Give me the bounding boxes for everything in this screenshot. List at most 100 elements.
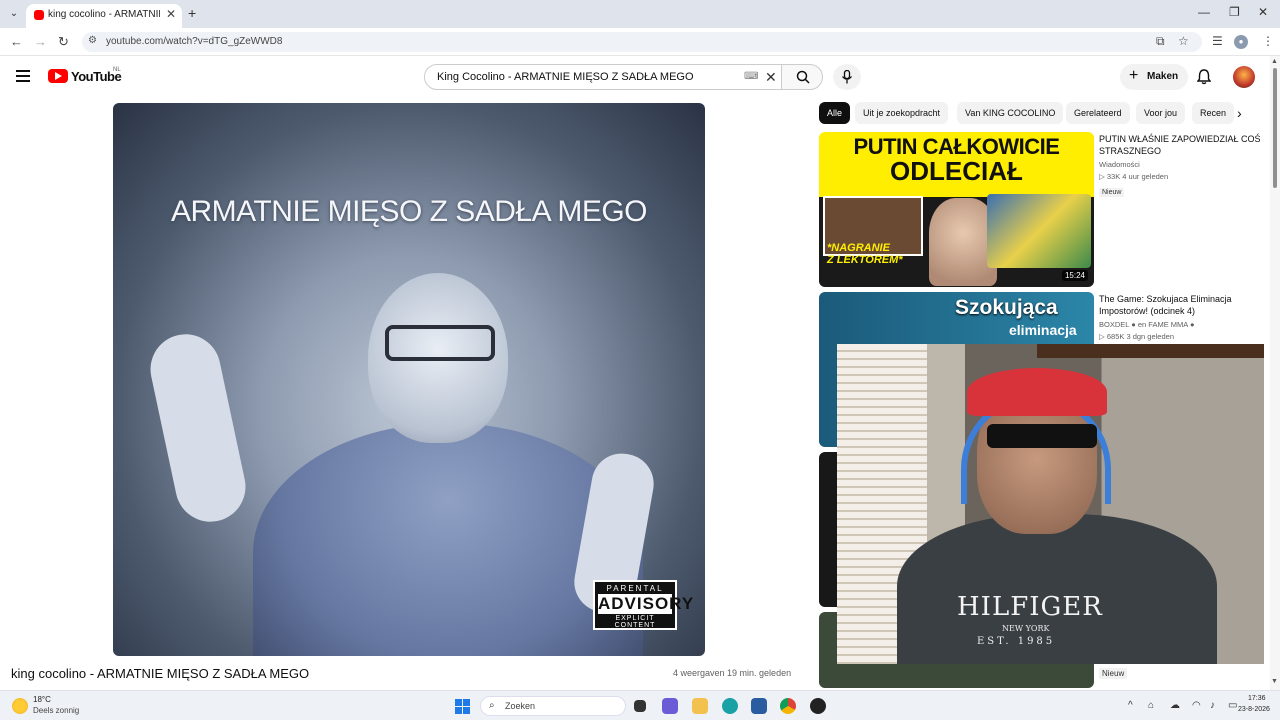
youtube-header: YouTube NL King Cocolino - ARMATNIE MIĘS… bbox=[0, 56, 1270, 98]
youtube-favicon-icon bbox=[34, 10, 44, 20]
scrollbar-thumb[interactable] bbox=[1273, 68, 1277, 188]
youtube-logo-icon[interactable] bbox=[48, 69, 68, 83]
video-overlay-title: ARMATNIE MIĘSO Z SADŁA MEGO bbox=[170, 195, 648, 228]
recommendation-info[interactable]: PUTIN WŁAŚNIE ZAPOWIEDZIAŁ COŚ STRASZNEG… bbox=[1099, 133, 1269, 199]
browser-profile-icon[interactable]: ● bbox=[1234, 35, 1248, 49]
shirt-brand-text: HILFIGER bbox=[957, 592, 1103, 622]
clear-search-icon[interactable]: ✕ bbox=[765, 69, 777, 86]
webcam-person-cap bbox=[967, 368, 1107, 416]
chevron-right-icon[interactable]: › bbox=[1237, 105, 1242, 121]
recommendation-thumbnail[interactable]: PUTIN CAŁKOWICIE ODLECIAŁ *NAGRANIE Z LE… bbox=[819, 132, 1094, 287]
video-player[interactable]: ARMATNIE MIĘSO Z SADŁA MEGO PARENTAL ADV… bbox=[113, 103, 705, 656]
taskbar-search-label: Zoeken bbox=[505, 701, 536, 711]
clock-time[interactable]: 17:36 bbox=[1248, 695, 1266, 702]
site-info-icon[interactable]: ⚙ bbox=[88, 35, 97, 46]
wifi-icon[interactable]: ◠ bbox=[1192, 700, 1201, 711]
back-icon[interactable]: ← bbox=[10, 34, 23, 49]
advisory-line3: EXPLICIT CONTENT bbox=[614, 615, 656, 629]
teams-icon[interactable] bbox=[662, 698, 678, 714]
parental-advisory-badge: PARENTAL ADVISORY EXPLICIT CONTENT bbox=[593, 580, 695, 630]
shirt-sub-text: NEW YORK bbox=[1002, 624, 1050, 633]
new-badge: Nieuw bbox=[1099, 668, 1128, 679]
scroll-up-icon[interactable]: ▲ bbox=[1271, 58, 1278, 65]
network-icon[interactable]: ⌂ bbox=[1148, 700, 1154, 711]
weather-sun-icon[interactable] bbox=[12, 698, 28, 714]
advisory-line2: ADVISORY bbox=[598, 594, 695, 614]
chip-for-you[interactable]: Voor jou bbox=[1136, 102, 1186, 124]
chrome-icon[interactable] bbox=[780, 698, 796, 714]
reading-list-icon[interactable]: ☰ bbox=[1212, 34, 1223, 48]
reload-icon[interactable]: ↻ bbox=[58, 34, 69, 50]
clock-date[interactable]: 23-8-2026 bbox=[1238, 706, 1270, 713]
tab-close-icon[interactable]: ✕ bbox=[166, 7, 176, 21]
tab-search-icon[interactable]: ⌄ bbox=[6, 6, 22, 22]
store-icon[interactable] bbox=[751, 698, 767, 714]
recommendation-title[interactable]: The Game: Szokujaca Eliminacja Impostoró… bbox=[1099, 293, 1269, 317]
chip-from-search[interactable]: Uit je zoekopdracht bbox=[855, 102, 949, 124]
recommendation-title[interactable]: PUTIN WŁAŚNIE ZAPOWIEDZIAŁ COŚ STRASZNEG… bbox=[1099, 133, 1269, 157]
create-button[interactable]: + Maken bbox=[1120, 64, 1188, 90]
browser-menu-icon[interactable]: ⋮ bbox=[1262, 34, 1274, 48]
voice-search-button[interactable] bbox=[833, 64, 861, 90]
chip-from-channel[interactable]: Van KING COCOLINO bbox=[957, 102, 1064, 124]
weather-description[interactable]: Deels zonnig bbox=[33, 706, 79, 715]
install-app-icon[interactable]: ⧉ bbox=[1156, 34, 1165, 49]
minimize-icon[interactable]: — bbox=[1198, 5, 1210, 19]
windows-start-icon[interactable] bbox=[455, 699, 470, 714]
restore-icon[interactable]: ❐ bbox=[1229, 5, 1240, 19]
chip-related[interactable]: Gerelateerd bbox=[1066, 102, 1130, 124]
video-figure-glasses bbox=[385, 325, 495, 361]
thumb-headline-2: ODLECIAŁ bbox=[890, 156, 1023, 186]
weather-temperature[interactable]: 18°C bbox=[33, 695, 51, 704]
obs-icon[interactable] bbox=[810, 698, 826, 714]
thumb-headline-2: eliminacja bbox=[1009, 322, 1077, 338]
filter-chips: Alle Uit je zoekopdracht Van KING COCOLI… bbox=[819, 102, 1255, 124]
chip-all[interactable]: Alle bbox=[819, 102, 851, 124]
volume-icon[interactable]: ♪ bbox=[1210, 700, 1215, 711]
browser-tab-active[interactable]: king cocolino - ARMATNIE MIĘ ✕ bbox=[26, 4, 182, 28]
tab-title: king cocolino - ARMATNIE MIĘ bbox=[48, 9, 160, 20]
file-explorer-icon[interactable] bbox=[692, 698, 708, 714]
search-icon: ⌕ bbox=[489, 700, 495, 711]
shirt-est-text: EST. 1985 bbox=[977, 636, 1056, 647]
bell-icon[interactable] bbox=[1197, 69, 1211, 85]
region-code: NL bbox=[113, 67, 121, 73]
webcam-person-shirt bbox=[897, 514, 1217, 664]
browser-toolbar: ← → ↻ ⚙ youtube.com/watch?v=dTG_gZeWWD8 … bbox=[0, 28, 1280, 56]
scroll-down-icon[interactable]: ▼ bbox=[1271, 678, 1278, 685]
browser-tabstrip: ⌄ king cocolino - ARMATNIE MIĘ ✕ + — ❐ ✕ bbox=[0, 0, 1280, 28]
plus-icon: + bbox=[1129, 67, 1139, 84]
search-query[interactable]: King Cocolino - ARMATNIE MIĘSO Z SADŁA M… bbox=[437, 71, 694, 83]
recommendation-channel[interactable]: Wiadomości bbox=[1099, 160, 1269, 169]
thumb-caption: *NAGRANIE Z LEKTOREM* bbox=[827, 242, 903, 266]
thumb-map bbox=[987, 194, 1091, 268]
bookmark-star-icon[interactable]: ☆ bbox=[1178, 34, 1189, 48]
recommendation-channel[interactable]: BOXDEL ● en FAME MMA ● bbox=[1099, 320, 1269, 329]
address-bar[interactable]: ⚙ youtube.com/watch?v=dTG_gZeWWD8 bbox=[82, 32, 1202, 52]
task-view-icon[interactable] bbox=[634, 700, 646, 712]
taskbar-search-input[interactable]: ⌕ Zoeken bbox=[480, 696, 626, 716]
new-badge: Nieuw bbox=[1099, 188, 1125, 197]
keyboard-icon[interactable]: ⌨ bbox=[744, 71, 758, 82]
page-scrollbar[interactable]: ▲ ▼ bbox=[1270, 56, 1280, 690]
chip-recent[interactable]: Recen bbox=[1192, 102, 1235, 124]
onedrive-icon[interactable]: ☁ bbox=[1170, 700, 1180, 711]
battery-icon[interactable]: ▭ bbox=[1228, 700, 1237, 711]
search-input[interactable]: King Cocolino - ARMATNIE MIĘSO Z SADŁA M… bbox=[424, 64, 782, 90]
video-duration: 15:24 bbox=[1061, 270, 1088, 281]
recommendation-info[interactable]: The Game: Szokujaca Eliminacja Impostoró… bbox=[1099, 293, 1269, 341]
search-button[interactable] bbox=[781, 64, 823, 90]
new-tab-button[interactable]: + bbox=[188, 5, 196, 21]
tray-chevron-icon[interactable]: ^ bbox=[1128, 700, 1133, 711]
forward-icon[interactable]: → bbox=[34, 34, 47, 49]
close-window-icon[interactable]: ✕ bbox=[1258, 5, 1268, 19]
edge-icon[interactable] bbox=[722, 698, 738, 714]
thumb-caption-line1: *NAGRANIE bbox=[827, 242, 890, 254]
thumb-headline: Szokująca bbox=[955, 296, 1058, 319]
menu-icon[interactable] bbox=[16, 70, 30, 82]
video-title: king cocolino - ARMATNIE MIĘSO Z SADŁA M… bbox=[11, 666, 310, 681]
video-meta: 4 weergaven 19 min. geleden bbox=[673, 668, 792, 678]
avatar[interactable] bbox=[1233, 66, 1255, 88]
address-url[interactable]: youtube.com/watch?v=dTG_gZeWWD8 bbox=[106, 36, 282, 47]
thumb-caption-line2: Z LEKTOREM* bbox=[827, 254, 903, 266]
